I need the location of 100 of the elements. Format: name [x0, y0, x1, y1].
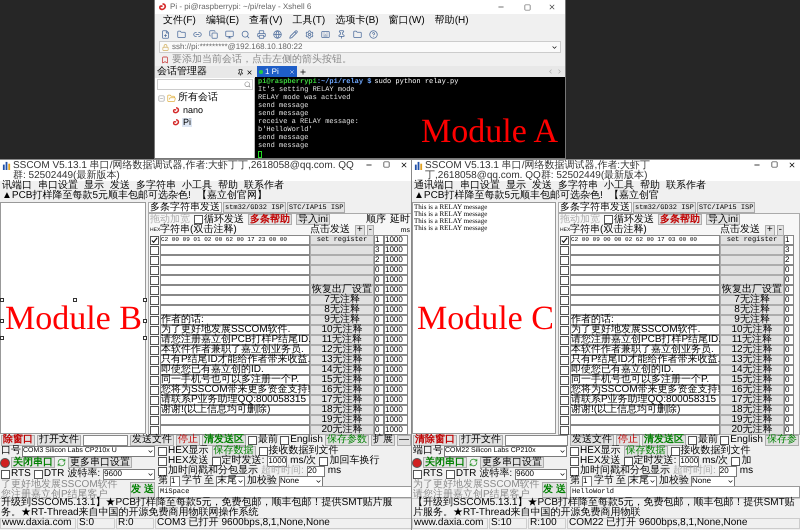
- menu-item[interactable]: 小工具: [182, 181, 212, 191]
- checkbox[interactable]: [150, 396, 159, 404]
- row-send-button[interactable]: 10无注释: [720, 325, 784, 335]
- help-icon[interactable]: [369, 30, 378, 38]
- row-send-button[interactable]: 13无注释: [720, 355, 784, 365]
- row-send-button[interactable]: [310, 275, 374, 285]
- order-field[interactable]: 0: [784, 365, 794, 375]
- row-send-button[interactable]: 14无注释: [720, 365, 784, 375]
- menu-item[interactable]: 通讯端口: [414, 181, 454, 191]
- order-field[interactable]: 0: [784, 395, 794, 405]
- menu-item[interactable]: 文件(F): [163, 16, 196, 26]
- close-port-button[interactable]: 关闭串口: [11, 457, 55, 468]
- delay-field[interactable]: 1000: [384, 385, 408, 395]
- order-field[interactable]: 0: [374, 265, 384, 275]
- string-field[interactable]: [160, 265, 310, 275]
- order-field[interactable]: 0: [374, 385, 384, 395]
- menu-item[interactable]: 讯端口: [2, 181, 32, 191]
- checkbox[interactable]: [560, 366, 569, 374]
- order-field[interactable]: 0: [374, 305, 384, 315]
- from-field[interactable]: 1: [170, 476, 180, 486]
- order-field[interactable]: 0: [784, 265, 794, 275]
- string-field[interactable]: [160, 275, 310, 285]
- checkbox[interactable]: [560, 326, 569, 334]
- string-field[interactable]: 请联系P业务助理QQ:800058315: [160, 395, 310, 405]
- checkbox[interactable]: [248, 436, 258, 444]
- menu-item[interactable]: 小工具: [604, 181, 634, 191]
- delay-field[interactable]: 1000: [384, 325, 408, 335]
- row-send-button[interactable]: 19无注释: [720, 415, 784, 425]
- order-field[interactable]: 0: [784, 315, 794, 325]
- string-field[interactable]: [160, 295, 310, 305]
- close-icon[interactable]: [548, 3, 556, 11]
- help-button[interactable]: 多条帮助: [658, 214, 702, 225]
- send-file-button[interactable]: 发送文件: [570, 434, 614, 446]
- row-send-button[interactable]: 11无注释: [310, 335, 374, 345]
- interval-field[interactable]: 1000: [679, 456, 700, 466]
- order-field[interactable]: 0: [784, 355, 794, 365]
- row-send-button[interactable]: 17无注释: [310, 395, 374, 405]
- checkbox[interactable]: [150, 366, 159, 374]
- more-settings-button[interactable]: 更多串口设置: [480, 457, 544, 468]
- string-field[interactable]: [160, 425, 310, 435]
- string-field[interactable]: [570, 305, 720, 315]
- order-field[interactable]: 0: [374, 275, 384, 285]
- row-send-button[interactable]: 7无注释: [310, 295, 374, 305]
- order-field[interactable]: 0: [784, 345, 794, 355]
- delay-field[interactable]: 1000: [384, 365, 408, 375]
- bookmark-icon[interactable]: [161, 56, 169, 64]
- string-field[interactable]: [160, 245, 310, 255]
- delay-field[interactable]: 1000: [384, 405, 408, 415]
- order-field[interactable]: 0: [374, 395, 384, 405]
- checkbox[interactable]: [413, 470, 422, 478]
- string-field[interactable]: [570, 415, 720, 425]
- string-field[interactable]: 同一手机号也可以多注册一个P.: [570, 375, 720, 385]
- keyboard-icon[interactable]: [321, 30, 330, 38]
- tree-item[interactable]: nano: [182, 106, 204, 115]
- string-field[interactable]: 即使您已有嘉立创的ID.: [160, 365, 310, 375]
- folder-icon[interactable]: [353, 30, 362, 38]
- checkbox[interactable]: [560, 346, 569, 354]
- from-field[interactable]: 1: [582, 476, 592, 486]
- delay-field[interactable]: 1000: [384, 245, 408, 255]
- row-send-button[interactable]: 11无注释: [720, 335, 784, 345]
- baud-select[interactable]: 9600: [103, 468, 155, 480]
- order-field[interactable]: 2: [374, 255, 384, 265]
- send-button[interactable]: 发 送: [130, 482, 155, 498]
- tab[interactable]: 多条字符串发送: [558, 202, 632, 213]
- order-field[interactable]: 0: [784, 375, 794, 385]
- close-port-button[interactable]: 关闭串口: [423, 457, 467, 468]
- row-send-button[interactable]: [720, 275, 784, 285]
- monitor-icon[interactable]: [225, 30, 234, 38]
- string-field[interactable]: 请联系P业务助理QQ:800058315: [570, 395, 720, 405]
- checkbox[interactable]: [150, 426, 159, 434]
- row-send-button[interactable]: 8无注释: [720, 305, 784, 315]
- checkbox[interactable]: [150, 256, 159, 264]
- menu-item[interactable]: 多字符串: [558, 181, 598, 191]
- delay-field[interactable]: 1000: [384, 345, 408, 355]
- file-path-field[interactable]: [83, 434, 128, 446]
- checkbox[interactable]: [150, 346, 159, 354]
- row-send-button[interactable]: 16无注释: [310, 385, 374, 395]
- copy-icon[interactable]: [209, 30, 218, 38]
- add-row-button[interactable]: +: [764, 224, 775, 236]
- maximize-icon[interactable]: [383, 161, 390, 168]
- delay-field[interactable]: 1000: [384, 235, 408, 245]
- menu-item[interactable]: 串口设置: [460, 181, 500, 191]
- delay-field[interactable]: 1000: [384, 295, 408, 305]
- order-field[interactable]: 0: [784, 285, 794, 295]
- order-field[interactable]: 0: [374, 345, 384, 355]
- remove-row-button[interactable]: -: [366, 224, 374, 236]
- row-send-button[interactable]: 20无注释: [310, 425, 374, 435]
- checkbox[interactable]: [560, 266, 569, 274]
- to-select[interactable]: 末尾: [216, 476, 245, 486]
- order-field[interactable]: 0: [784, 295, 794, 305]
- checkbox[interactable]: [731, 456, 740, 466]
- close-icon[interactable]: [788, 161, 796, 169]
- delay-field[interactable]: 1000: [384, 395, 408, 405]
- string-field[interactable]: 您将为SSCOM带来更多资金支持!: [570, 385, 720, 395]
- interval-field[interactable]: 1000: [267, 456, 288, 466]
- checkbox[interactable]: [150, 296, 159, 304]
- promo-link[interactable]: ▲PCB打样降至每款5元顺丰包邮可选杂色!: [414, 191, 603, 201]
- string-field[interactable]: 为了更好地发展SSCOM软件.: [570, 325, 720, 335]
- order-field[interactable]: 3: [784, 245, 794, 255]
- order-field[interactable]: 0: [374, 355, 384, 365]
